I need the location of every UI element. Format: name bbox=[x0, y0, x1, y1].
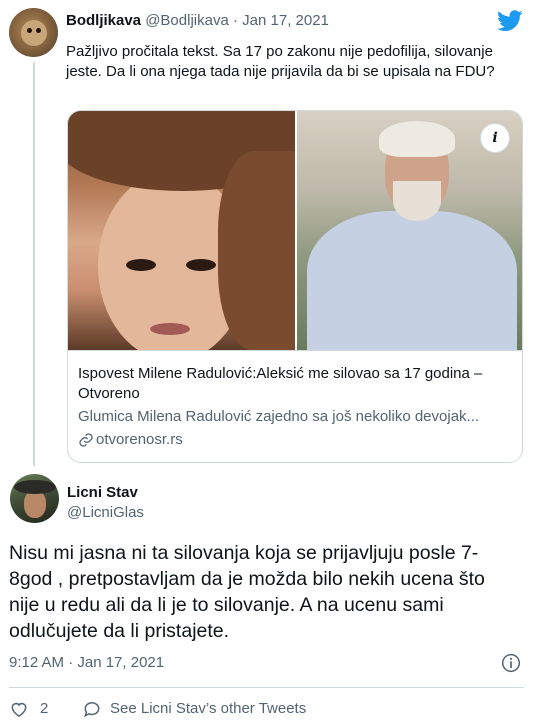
divider bbox=[9, 687, 524, 688]
card-description: Glumica Milena Radulović zajedno sa još … bbox=[78, 408, 480, 425]
author-handle[interactable]: @Bodljikava bbox=[145, 12, 229, 29]
tweet-text: Pažljivo pročitala tekst. Sa 17 po zakon… bbox=[66, 43, 495, 80]
card-domain-text: otvorenosr.rs bbox=[96, 431, 183, 448]
card-title: Ispovest Milene Radulović:Aleksić me sil… bbox=[78, 365, 483, 402]
author-name[interactable]: Licni Stav bbox=[67, 484, 138, 501]
info-icon[interactable] bbox=[501, 653, 521, 673]
link-card[interactable]: i Ispovest Milene Radulović:Aleksić me s… bbox=[67, 110, 523, 463]
avatar[interactable] bbox=[10, 474, 59, 523]
card-image-woman bbox=[68, 111, 295, 350]
like-count[interactable]: 2 bbox=[40, 700, 48, 717]
heart-icon[interactable] bbox=[9, 699, 29, 719]
author-name[interactable]: Bodljikava bbox=[66, 12, 141, 29]
avatar[interactable] bbox=[9, 8, 58, 57]
tweet-text: Nisu mi jasna ni ta silovanja koja se pr… bbox=[9, 542, 485, 642]
card-domain: otvorenosr.rs bbox=[78, 430, 514, 450]
link-icon bbox=[79, 433, 93, 447]
parent-tweet-header: Bodljikava @Bodljikava · Jan 17, 2021 bbox=[66, 12, 329, 29]
card-meta: Ispovest Milene Radulović:Aleksić me sil… bbox=[68, 350, 522, 462]
tweet-timestamp[interactable]: 9:12 AM · Jan 17, 2021 bbox=[9, 654, 164, 671]
author-handle[interactable]: @LicniGlas bbox=[67, 504, 144, 521]
speech-bubble-icon[interactable] bbox=[82, 699, 102, 719]
separator-dot: · bbox=[232, 12, 238, 29]
info-icon[interactable]: i bbox=[480, 123, 510, 153]
tweet-date[interactable]: Jan 17, 2021 bbox=[242, 12, 329, 29]
see-other-tweets-link[interactable]: See Licni Stav’s other Tweets bbox=[110, 700, 306, 717]
twitter-logo-icon[interactable] bbox=[497, 10, 523, 32]
thread-line bbox=[33, 62, 35, 466]
